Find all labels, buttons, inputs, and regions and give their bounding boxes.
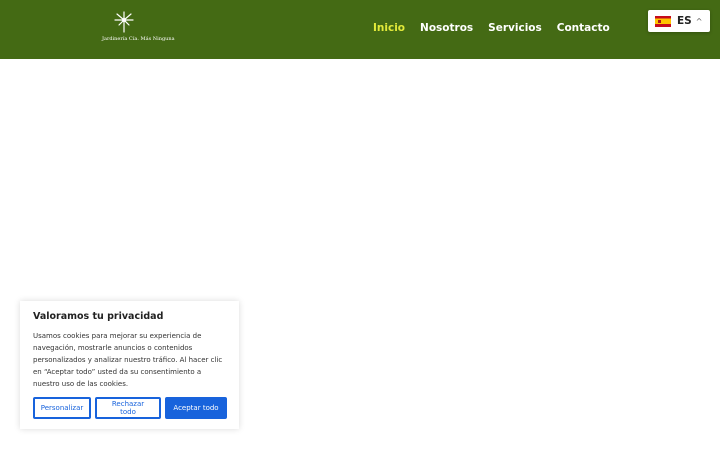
chevron-up-icon: ^ [695, 16, 703, 26]
language-code: ES [677, 15, 692, 27]
cookie-body: Usamos cookies para mejorar su experienc… [33, 332, 223, 388]
accept-all-button[interactable]: Aceptar todo [165, 397, 227, 419]
spain-flag-icon [655, 15, 671, 27]
main-nav: Inicio Nosotros Servicios Contacto [373, 22, 610, 34]
cookie-consent-banner: Valoramos tu privacidad Usamos cookies p… [20, 301, 239, 429]
cookie-title: Valoramos tu privacidad [33, 311, 164, 322]
site-header: Jardinería Cía. Más Ninguna Inicio Nosot… [0, 0, 720, 59]
language-switcher[interactable]: ES ^ [648, 10, 710, 32]
site-logo[interactable]: Jardinería Cía. Más Ninguna [102, 10, 175, 46]
logo-text: Jardinería Cía. Más Ninguna [102, 36, 175, 42]
nav-item-inicio[interactable]: Inicio [373, 22, 405, 34]
nav-item-nosotros[interactable]: Nosotros [420, 22, 473, 34]
reject-all-button[interactable]: Rechazar todo [95, 397, 161, 419]
nav-item-servicios[interactable]: Servicios [488, 22, 542, 34]
nav-item-contacto[interactable]: Contacto [557, 22, 610, 34]
palm-tree-icon [114, 11, 134, 33]
customize-button[interactable]: Personalizar [33, 397, 91, 419]
